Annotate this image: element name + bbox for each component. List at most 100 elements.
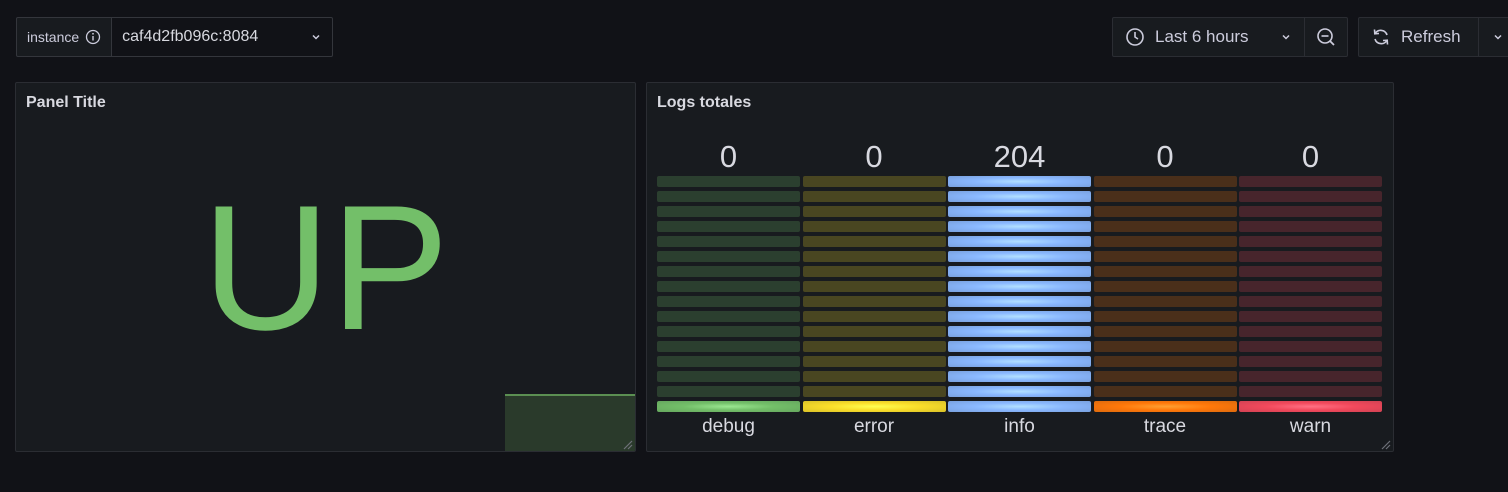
bar-segment [1239,221,1382,232]
bar-value: 0 [865,139,883,174]
dashboard-toolbar: instance caf4d2fb096c:8084 Last 6 hours [0,0,1508,70]
bar-segment [1239,266,1382,277]
bar-segment [657,386,800,397]
bar-segment [1239,251,1382,262]
bar-segment [657,311,800,322]
bar-segment [948,221,1091,232]
bar-segment [1093,296,1237,307]
bar-segment [1093,236,1237,247]
bar-segment [1239,356,1382,367]
bar-segment [657,176,800,187]
time-range-picker[interactable]: Last 6 hours [1112,17,1305,57]
bar-segment [1239,326,1382,337]
bar-segment [948,341,1091,352]
bar-segment [657,371,800,382]
bar-segment [802,251,946,262]
sync-icon [1371,27,1391,47]
bar-segment [948,206,1091,217]
chevron-down-icon [1280,31,1292,43]
bar-segment [657,251,800,262]
bar-segment [1239,371,1382,382]
bar-segment [1239,281,1382,292]
zoom-out-button[interactable] [1304,17,1348,57]
bar-segment [802,326,946,337]
bar-segment [657,401,800,412]
bar-value: 0 [1301,139,1320,174]
bar-segment [1093,251,1237,262]
bar-segment [1093,341,1237,352]
bar-segment [657,296,800,307]
bar-segment [948,236,1091,247]
instance-variable: instance caf4d2fb096c:8084 [16,17,334,57]
bar-segment [1239,191,1382,202]
bar-segment [802,386,946,397]
bar-segment [802,191,946,202]
bar-segment [802,311,946,322]
bar-segment [1093,221,1237,232]
bar-segment [657,326,800,337]
bar-label: error [853,416,895,437]
bar-segment [657,191,800,202]
bar-segment [1093,206,1237,217]
bar-segment [802,401,946,412]
bar-segment [1093,266,1237,277]
bar-segment [1093,371,1237,382]
bar-segment [948,371,1091,382]
bar-error: 0 error [802,83,946,451]
chevron-down-icon [1492,31,1504,43]
bar-segment [1239,341,1382,352]
bar-segment [1093,191,1237,202]
zoom-out-icon [1316,27,1336,47]
bar-gauge: 0 debug 0 error 204 info 0 trace 0 warn [657,83,1383,451]
bar-segment [948,281,1091,292]
bar-value: 0 [719,139,738,174]
variable-label-text: instance [27,29,80,45]
bar-segment [1239,176,1382,187]
refresh-interval-dropdown[interactable] [1478,17,1508,57]
time-range-label: Last 6 hours [1155,27,1249,46]
chevron-down-icon [310,31,322,43]
bar-segment [657,236,800,247]
bar-segment [657,266,800,277]
bar-segment [948,356,1091,367]
resize-handle-icon[interactable] [621,437,633,450]
bar-value: 204 [993,139,1046,174]
instance-select[interactable]: caf4d2fb096c:8084 [112,17,334,57]
bar-segment [657,341,800,352]
refresh-label: Refresh [1401,27,1461,46]
bar-segment [802,356,946,367]
instance-select-value: caf4d2fb096c:8084 [122,28,259,45]
variable-label: instance [16,17,113,57]
panel-title[interactable]: Panel Title [26,94,106,112]
info-circle-icon[interactable] [85,29,101,45]
bar-segment [1093,401,1237,412]
bar-segment [802,176,946,187]
bar-segment [948,191,1091,202]
bar-segment [802,296,946,307]
bar-segment [802,266,946,277]
bar-segment [948,311,1091,322]
bar-value: 0 [1156,139,1174,174]
bar-segment [948,176,1091,187]
bar-segment [1093,326,1237,337]
resize-handle-icon[interactable] [1379,437,1391,450]
bar-segment [1239,236,1382,247]
bar-segment [802,221,946,232]
bar-info: 204 info [948,83,1091,451]
bar-segment [657,221,800,232]
bar-segment [1093,356,1237,367]
bar-segment [1239,206,1382,217]
bar-segment [948,326,1091,337]
bar-segment [948,386,1091,397]
bar-segment [657,281,800,292]
bar-segment [948,296,1091,307]
bar-label: debug [702,416,755,437]
logs-panel: Logs totales 0 debug 0 error 204 info 0 trace 0 w… [646,82,1394,452]
bar-segment [1239,386,1382,397]
refresh-button[interactable]: Refresh [1358,17,1479,57]
bar-segment [657,356,800,367]
bar-segment [948,266,1091,277]
clock-icon [1125,27,1145,47]
bar-segment [1093,311,1237,322]
stat-value: UP [201,168,450,367]
